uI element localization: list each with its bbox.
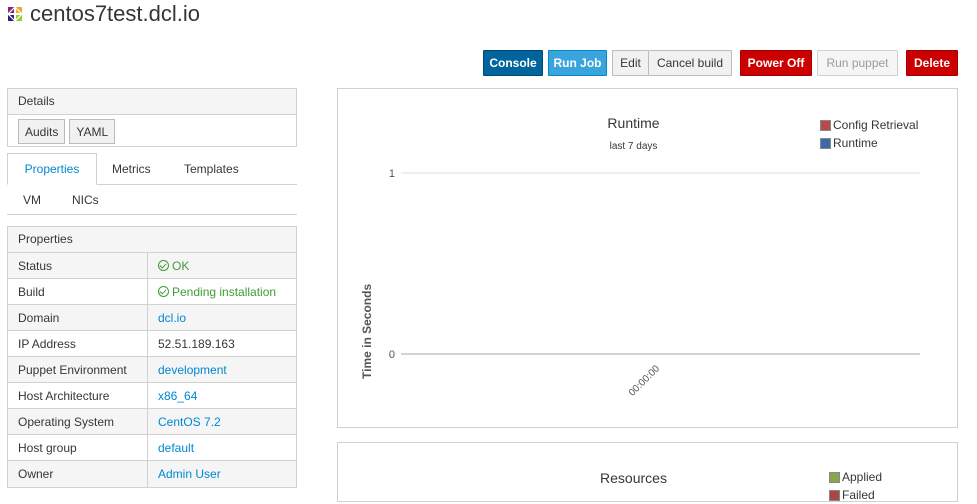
property-value-text: x86_64 <box>158 389 198 403</box>
property-value-text: Pending installation <box>172 285 277 299</box>
page-title: centos7test.dcl.io <box>30 1 200 26</box>
property-key: Domain <box>8 305 148 330</box>
tab-properties[interactable]: Properties <box>7 153 97 185</box>
tabs-divider <box>97 184 297 185</box>
details-heading: Details <box>8 89 296 115</box>
legend-item[interactable]: Applied <box>829 468 882 486</box>
chart-legend: Config Retrieval Runtime <box>820 116 918 152</box>
cancel-build-button[interactable]: Cancel build <box>648 50 732 76</box>
property-value: Pending installation <box>148 279 296 304</box>
check-circle-icon <box>158 286 169 297</box>
property-value-text: Admin User <box>158 467 221 481</box>
property-value-text: OK <box>172 259 190 273</box>
property-key: Operating System <box>8 409 148 434</box>
properties-rows: Status OK Build Pending installation Domain d… <box>8 253 296 487</box>
legend-swatch <box>820 137 831 149</box>
details-panel: Details Audits YAML <box>7 88 297 147</box>
properties-heading: Properties <box>8 227 296 253</box>
property-key: Host group <box>8 435 148 460</box>
audits-button[interactable]: Audits <box>18 119 66 144</box>
x-tick-label: 00:00:00 <box>627 363 663 399</box>
edit-button[interactable]: Edit <box>612 50 648 76</box>
property-value-text: 52.51.189.163 <box>158 337 235 351</box>
delete-button[interactable]: Delete <box>906 50 958 76</box>
property-value[interactable]: CentOS 7.2 <box>148 409 296 434</box>
tab-templates[interactable]: Templates <box>184 162 239 176</box>
properties-table: Properties Status OK Build Pending installa… <box>7 226 297 488</box>
property-value-text: development <box>158 363 227 377</box>
page-header: centos7test.dcl.io <box>6 1 200 27</box>
property-value[interactable]: Admin User <box>148 461 296 487</box>
centos-logo-icon <box>6 5 24 23</box>
property-row: Build Pending installation <box>8 279 296 305</box>
tab-vm[interactable]: VM <box>23 193 41 207</box>
legend-item[interactable]: Config Retrieval <box>820 116 918 134</box>
legend-swatch <box>820 119 831 131</box>
property-row: IP Address 52.51.189.163 <box>8 331 296 357</box>
property-row: Status OK <box>8 253 296 279</box>
property-key: Build <box>8 279 148 304</box>
property-key: Owner <box>8 461 148 487</box>
tab-nics[interactable]: NICs <box>72 193 99 207</box>
property-key: Host Architecture <box>8 383 148 408</box>
property-row: Host group default <box>8 435 296 461</box>
property-row: Puppet Environment development <box>8 357 296 383</box>
property-value[interactable]: dcl.io <box>148 305 296 330</box>
legend-swatch <box>829 471 840 483</box>
y-tick-label: 0 <box>389 349 395 361</box>
property-value-text: default <box>158 441 195 455</box>
property-value[interactable]: x86_64 <box>148 383 296 408</box>
host-tabs: Properties Metrics Templates VM NICs <box>7 153 297 215</box>
property-row: Owner Admin User <box>8 461 296 487</box>
resources-chart-panel: Resources Applied Failed <box>337 442 958 502</box>
tab-metrics[interactable]: Metrics <box>112 162 151 176</box>
legend-label: Config Retrieval <box>833 118 919 132</box>
run-job-button[interactable]: Run Job <box>548 50 607 76</box>
property-value[interactable]: development <box>148 357 296 382</box>
property-key: Puppet Environment <box>8 357 148 382</box>
runtime-chart-panel: 1 0 00:00:00 Runtime last 7 days Time in S… <box>337 88 958 428</box>
property-key: Status <box>8 253 148 278</box>
property-row: Operating System CentOS 7.2 <box>8 409 296 435</box>
legend-label: Failed <box>842 488 875 502</box>
legend-label: Runtime <box>833 136 878 150</box>
property-row: Host Architecture x86_64 <box>8 383 296 409</box>
details-actions: Audits YAML <box>8 115 296 148</box>
legend-swatch <box>829 489 840 501</box>
property-value[interactable]: default <box>148 435 296 460</box>
yaml-button[interactable]: YAML <box>69 119 116 144</box>
legend-label: Applied <box>842 470 883 484</box>
property-key: IP Address <box>8 331 148 356</box>
check-circle-icon <box>158 260 169 271</box>
run-puppet-button[interactable]: Run puppet <box>817 50 898 76</box>
property-value: 52.51.189.163 <box>148 331 296 356</box>
legend-item[interactable]: Failed <box>829 486 882 504</box>
property-value: OK <box>148 253 296 278</box>
property-value-text: CentOS 7.2 <box>158 415 221 429</box>
y-tick-label: 1 <box>389 168 395 180</box>
chart-y-axis-label: Time in Seconds <box>360 283 374 379</box>
property-row: Domain dcl.io <box>8 305 296 331</box>
power-off-button[interactable]: Power Off <box>740 50 812 76</box>
legend-item[interactable]: Runtime <box>820 134 918 152</box>
console-button[interactable]: Console <box>483 50 543 76</box>
property-value-text: dcl.io <box>158 311 187 325</box>
resources-legend: Applied Failed <box>829 468 882 504</box>
